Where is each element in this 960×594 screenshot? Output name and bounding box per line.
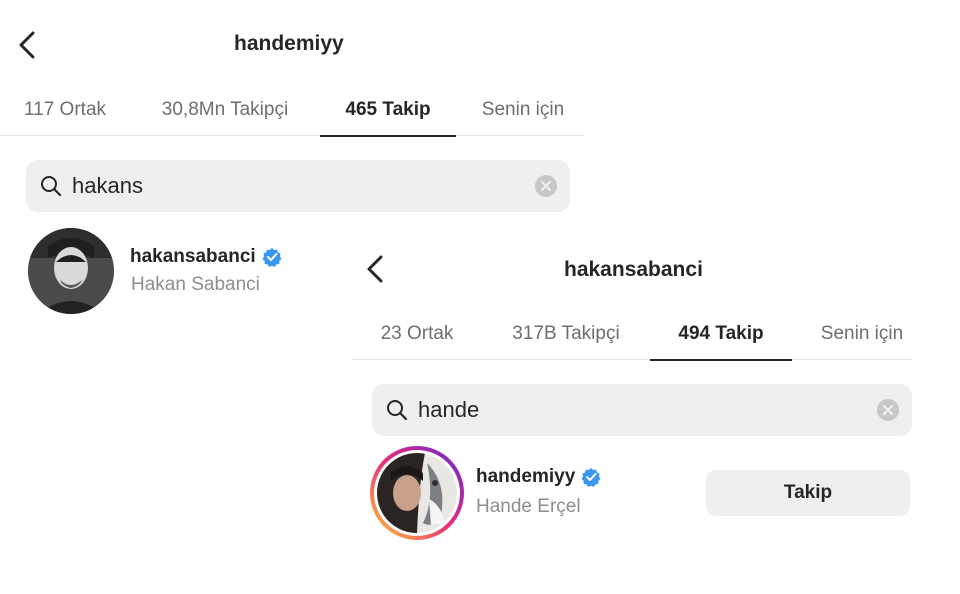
- chevron-left-icon: [19, 31, 35, 59]
- tab-mutual[interactable]: 23 Ortak: [372, 312, 462, 360]
- verified-badge-icon: [581, 468, 601, 487]
- follow-button[interactable]: Takip: [706, 470, 910, 516]
- tab-for-you[interactable]: Senin için: [812, 312, 912, 360]
- avatar-story-ring[interactable]: [370, 446, 464, 540]
- result-username: handemiyy: [476, 466, 601, 488]
- profile-photo-icon: [28, 228, 114, 314]
- clear-circle-icon[interactable]: [876, 398, 900, 422]
- verified-badge-icon: [262, 248, 282, 267]
- tab-bar: 23 Ortak 317B Takipçi 494 Takip Senin iç…: [352, 312, 912, 361]
- result-username: hakansabanci: [130, 246, 282, 268]
- avatar[interactable]: [28, 228, 114, 314]
- back-button[interactable]: [10, 28, 44, 62]
- profile-photo-icon: [377, 453, 457, 533]
- tab-bar: 117 Ortak 30,8Mn Takipçi 465 Takip Senin…: [0, 88, 585, 137]
- tab-mutual[interactable]: 117 Ortak: [18, 88, 112, 136]
- tab-followers[interactable]: 30,8Mn Takipçi: [148, 88, 302, 136]
- tab-following[interactable]: 465 Takip: [320, 88, 456, 137]
- search-bar: [26, 160, 570, 212]
- page-title: handemiyy: [234, 32, 344, 55]
- search-input[interactable]: [72, 169, 472, 203]
- screen-hakansabanci-following: hakansabanci 23 Ortak 317B Takipçi 494 T…: [352, 236, 960, 594]
- page-title: hakansabanci: [564, 258, 703, 281]
- username-text: hakansabanci: [130, 246, 256, 267]
- search-bar: [372, 384, 912, 436]
- back-button[interactable]: [358, 252, 392, 286]
- tab-following[interactable]: 494 Takip: [650, 312, 792, 361]
- header: hakansabanci: [352, 246, 960, 296]
- chevron-left-icon: [367, 255, 383, 283]
- search-icon: [387, 400, 408, 421]
- tab-for-you[interactable]: Senin için: [474, 88, 572, 136]
- tab-followers[interactable]: 317B Takipçi: [502, 312, 630, 360]
- clear-circle-icon[interactable]: [534, 174, 558, 198]
- list-item[interactable]: handemiyy Hande Erçel Takip: [352, 446, 932, 540]
- search-icon: [41, 176, 62, 197]
- search-input[interactable]: [418, 393, 818, 427]
- username-text: handemiyy: [476, 466, 576, 487]
- result-full-name: Hande Erçel: [476, 496, 581, 517]
- header: handemiyy: [0, 20, 600, 70]
- result-full-name: Hakan Sabanci: [131, 274, 260, 295]
- avatar-inner: [374, 450, 460, 536]
